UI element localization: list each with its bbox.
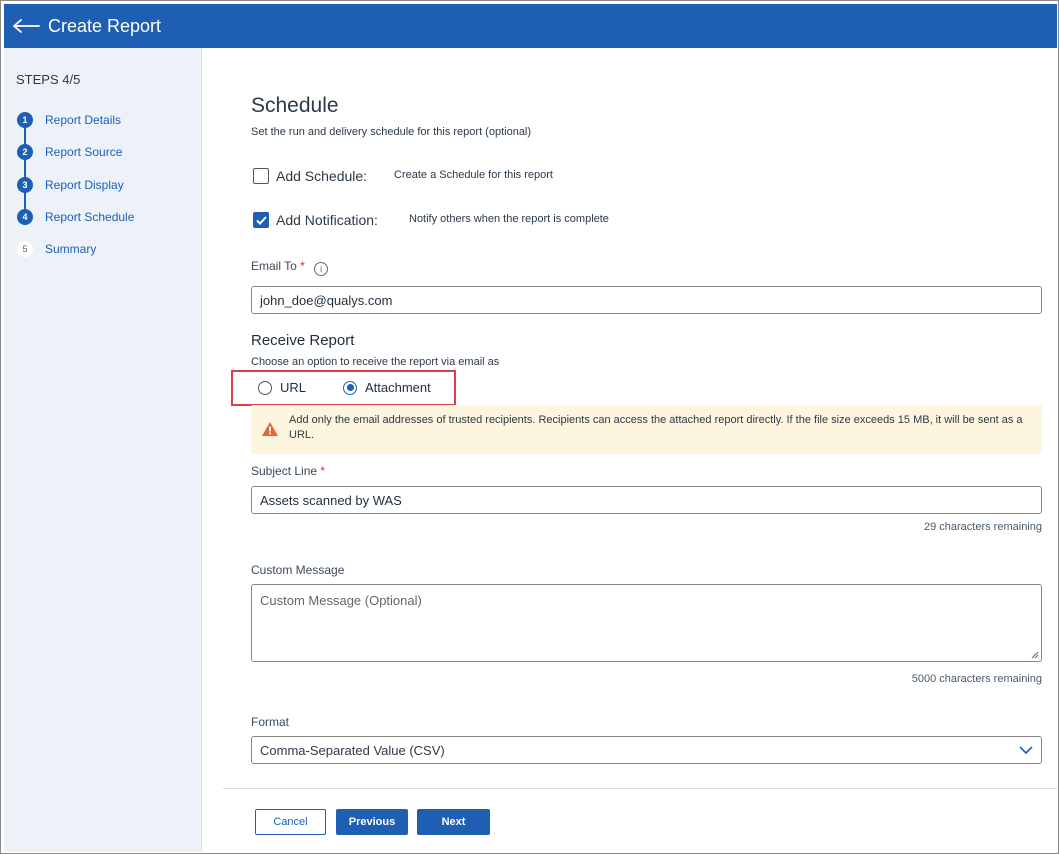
step-report-schedule[interactable]: 4 Report Schedule: [17, 208, 134, 226]
step-label: Report Display: [45, 178, 124, 192]
resize-grip-icon[interactable]: [1031, 651, 1039, 659]
checkmark-icon: [255, 215, 267, 225]
attachment-radio[interactable]: [343, 380, 357, 395]
previous-button[interactable]: Previous: [336, 809, 408, 835]
warning-triangle-icon: [262, 422, 278, 436]
main-content: Schedule Set the run and delivery schedu…: [203, 48, 1057, 852]
step-label: Summary: [45, 242, 97, 256]
steps-progress-label: STEPS 4/5: [16, 72, 81, 87]
required-mark: *: [320, 464, 326, 478]
add-schedule-checkbox[interactable]: [253, 168, 269, 184]
message-chars-remaining: 5000 characters remaining: [911, 673, 1042, 685]
step-number: 2: [17, 144, 33, 160]
trusted-recipients-warning: Add only the email addresses of trusted …: [251, 405, 1042, 454]
info-icon[interactable]: i: [314, 262, 329, 276]
add-schedule-label: Add Schedule:: [276, 168, 368, 184]
warning-text: Add only the email addresses of trusted …: [289, 414, 1023, 441]
add-notification-checkbox[interactable]: [253, 212, 269, 228]
step-label: Report Schedule: [45, 210, 135, 224]
email-to-input[interactable]: john_doe@qualys.com: [251, 286, 1042, 314]
email-to-label-text: Email To: [251, 259, 297, 273]
format-select[interactable]: Comma-Separated Value (CSV): [251, 736, 1042, 764]
section-heading: Schedule: [251, 94, 339, 117]
step-number: 5: [17, 241, 33, 257]
attachment-radio-label: Attachment: [365, 380, 431, 395]
step-number: 3: [17, 177, 33, 193]
step-number: 1: [17, 112, 33, 128]
url-radio-label: URL: [280, 380, 307, 395]
add-notification-description: Notify others when the report is complet…: [409, 213, 609, 225]
format-label: Format: [251, 715, 290, 729]
step-report-source[interactable]: 2 Report Source: [17, 143, 122, 161]
custom-message-textarea[interactable]: Custom Message (Optional): [251, 584, 1042, 662]
add-notification-row: Add Notification:: [253, 212, 378, 228]
arrow-left-icon[interactable]: [6, 4, 46, 48]
cancel-button[interactable]: Cancel: [255, 809, 326, 835]
subject-line-label-text: Subject Line: [251, 464, 318, 478]
email-to-label: Email To * i: [251, 259, 329, 276]
format-selected-value: Comma-Separated Value (CSV): [260, 742, 445, 758]
page-title: Create Report: [48, 15, 162, 36]
url-radio[interactable]: [258, 380, 272, 395]
step-summary[interactable]: 5 Summary: [17, 240, 96, 258]
step-label: Report Source: [45, 145, 123, 159]
step-report-display[interactable]: 3 Report Display: [17, 176, 124, 194]
radio-selected-dot: [346, 384, 354, 391]
subject-chars-remaining: 29 characters remaining: [923, 521, 1042, 533]
app-header: Create Report: [4, 4, 1057, 48]
next-button[interactable]: Next: [417, 809, 490, 835]
step-number: 4: [17, 209, 33, 225]
receive-attachment-option[interactable]: Attachment: [343, 380, 431, 395]
receive-report-description: Choose an option to receive the report v…: [251, 356, 500, 368]
footer-divider: [223, 788, 1057, 789]
step-label: Report Details: [45, 113, 122, 127]
add-schedule-description: Create a Schedule for this report: [394, 169, 553, 181]
step-report-details[interactable]: 1 Report Details: [17, 111, 121, 129]
subject-line-input[interactable]: Assets scanned by WAS: [251, 486, 1042, 514]
required-mark: *: [300, 259, 305, 273]
add-schedule-row: Add Schedule:: [253, 168, 367, 184]
chevron-down-icon: [1019, 746, 1033, 755]
steps-sidebar: STEPS 4/5 1 Report Details 2 Report Sour…: [4, 48, 202, 852]
receive-report-title: Receive Report: [251, 332, 355, 349]
add-notification-label: Add Notification:: [276, 212, 378, 228]
subject-line-label: Subject Line *: [251, 464, 325, 478]
custom-message-label: Custom Message: [251, 563, 345, 577]
custom-message-placeholder: Custom Message (Optional): [260, 593, 422, 608]
receive-url-option[interactable]: URL: [258, 380, 306, 395]
section-description: Set the run and delivery schedule for th…: [251, 126, 532, 138]
app-window: Create Report STEPS 4/5 1 Report Details…: [0, 0, 1059, 854]
